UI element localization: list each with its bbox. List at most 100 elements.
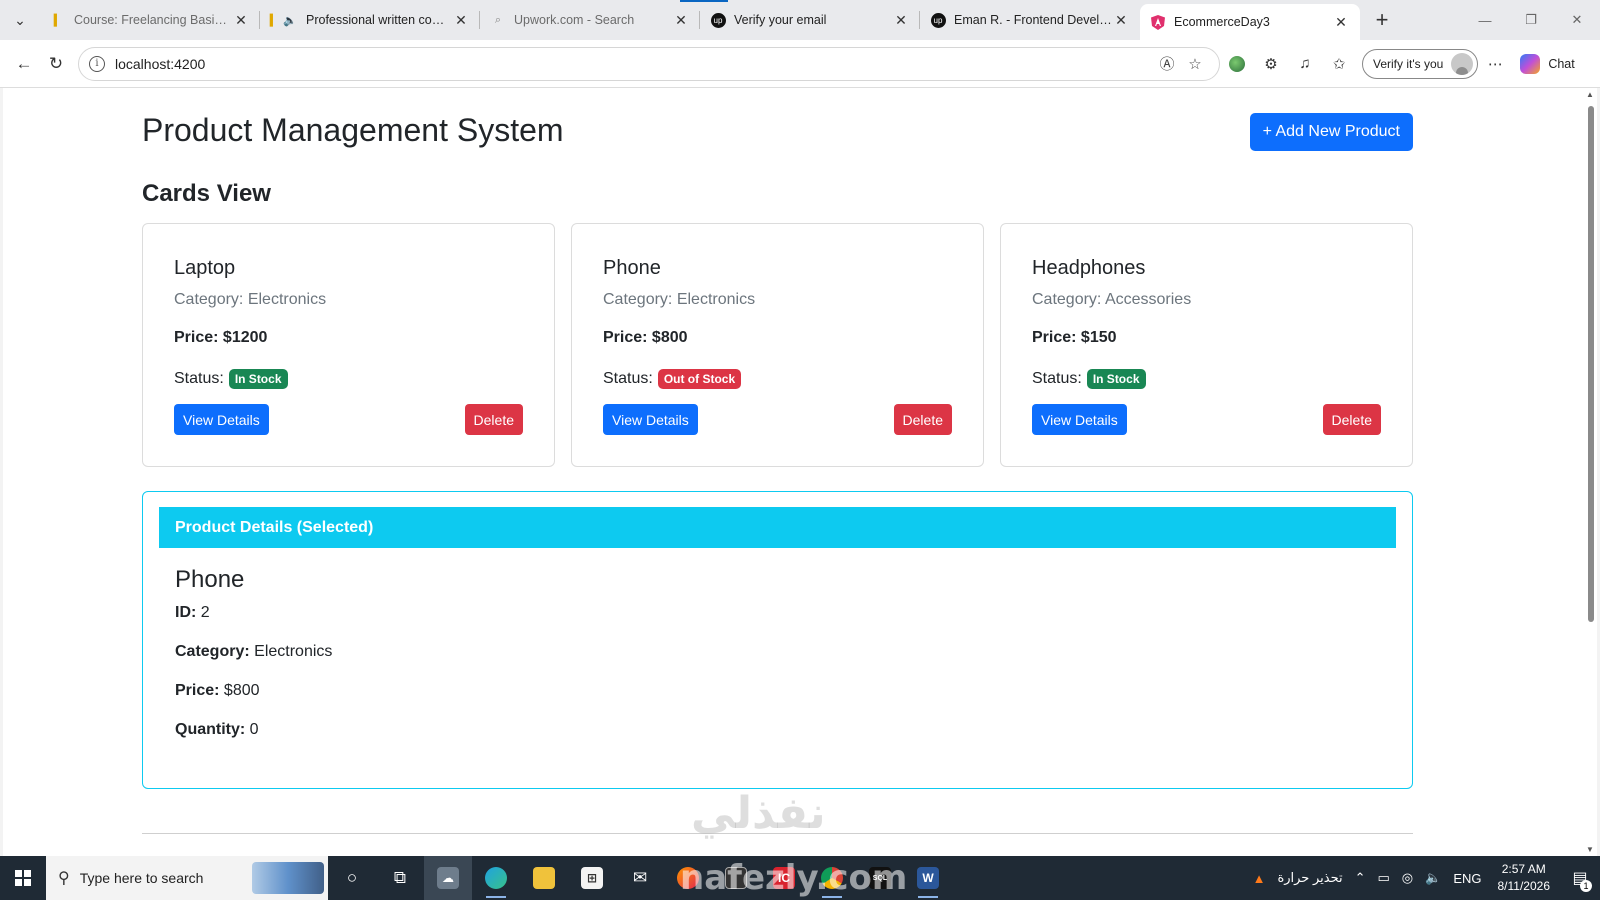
network-icon[interactable]: ◎ xyxy=(1402,870,1413,886)
product-name: Headphones xyxy=(1032,257,1146,279)
close-tab-icon[interactable]: ✕ xyxy=(452,12,470,29)
taskbar-search-placeholder: Type here to search xyxy=(79,870,204,886)
page-scrollbar[interactable]: ▲ ▼ xyxy=(1585,88,1597,856)
product-card: Laptop Category: Electronics Price: $120… xyxy=(142,223,555,467)
chat-label: Chat xyxy=(1548,56,1575,71)
close-tab-icon[interactable]: ✕ xyxy=(672,12,690,29)
browser-tab-active[interactable]: EcommerceDay3 ✕ xyxy=(1140,4,1360,40)
close-tab-icon[interactable]: ✕ xyxy=(232,12,250,29)
favorite-star-icon[interactable]: ☆ xyxy=(1181,55,1209,73)
details-header: Product Details (Selected) xyxy=(159,507,1396,548)
clock[interactable]: 2:57 AM 8/11/2026 xyxy=(1498,861,1551,895)
browser-tab[interactable]: ⌕ Upwork.com - Search ✕ xyxy=(480,0,700,40)
chevron-up-icon[interactable]: ⌃ xyxy=(1355,870,1366,886)
delete-button[interactable]: Delete xyxy=(1322,404,1381,435)
view-details-button[interactable]: View Details xyxy=(174,404,269,435)
delete-button[interactable]: Delete xyxy=(893,404,952,435)
upwork-icon: up xyxy=(710,12,726,28)
clock-time: 2:57 AM xyxy=(1501,862,1546,876)
start-button[interactable] xyxy=(0,856,46,900)
tab-actions-menu[interactable]: ⌄ xyxy=(0,0,40,40)
browser-tab[interactable]: ▍ Course: Freelancing Basics | Mai ✕ xyxy=(40,0,260,40)
site-info-icon[interactable]: i xyxy=(89,55,105,72)
browser-tab[interactable]: up Verify your email ✕ xyxy=(700,0,920,40)
windows-logo-icon xyxy=(15,870,31,886)
details-category: Category: Electronics xyxy=(175,643,333,660)
product-category: Category: Accessories xyxy=(1032,291,1192,308)
extensions-puzzle-icon[interactable]: ⚙ xyxy=(1254,48,1288,80)
status-badge: In Stock xyxy=(1086,369,1146,389)
add-new-product-button[interactable]: + Add New Product xyxy=(1249,113,1413,151)
browser-tab-strip: ⌄ ▍ Course: Freelancing Basics | Mai ✕ ▍… xyxy=(0,0,1600,40)
extension-globe-icon[interactable] xyxy=(1220,48,1254,80)
warning-icon[interactable]: ▲ xyxy=(1253,871,1266,886)
tab-loading-indicator xyxy=(680,0,728,2)
search-icon: ⚲ xyxy=(58,870,70,887)
tab-title: Eman R. - Frontend Developer | xyxy=(954,13,1112,27)
notification-center-icon[interactable]: ▤ 1 xyxy=(1560,856,1600,900)
page-viewport: Product Management System + Add New Prod… xyxy=(3,88,1597,856)
weather-text[interactable]: تحذير حرارة xyxy=(1277,870,1342,886)
scroll-up-icon[interactable]: ▲ xyxy=(1586,90,1594,99)
media-control-icon[interactable]: ♫ xyxy=(1288,48,1322,80)
product-status: Status: In Stock xyxy=(1032,369,1146,389)
read-aloud-icon[interactable]: Ⓐ xyxy=(1153,53,1181,74)
windows-taskbar: ⚲ Type here to search ○ ⧉ ☁ ⊞ ✉ IC SQL W… xyxy=(0,856,1600,900)
file-explorer-icon[interactable] xyxy=(520,856,568,900)
delete-button[interactable]: Delete xyxy=(464,404,523,435)
word-icon[interactable]: W xyxy=(904,856,952,900)
photos-app-icon[interactable]: ☁ xyxy=(424,856,472,900)
tab-title: Course: Freelancing Basics | Mai xyxy=(74,13,232,27)
close-tab-icon[interactable]: ✕ xyxy=(892,12,910,29)
task-view-icon[interactable]: ⧉ xyxy=(376,856,424,900)
product-card: Headphones Category: Accessories Price: … xyxy=(1000,223,1413,467)
close-window-icon[interactable]: ✕ xyxy=(1554,0,1600,40)
mysql-icon[interactable]: SQL xyxy=(856,856,904,900)
minimize-icon[interactable]: — xyxy=(1462,0,1508,40)
yellow-favicon-icon: ▍ xyxy=(269,14,279,27)
close-tab-icon[interactable]: ✕ xyxy=(1332,14,1350,31)
view-details-button[interactable]: View Details xyxy=(603,404,698,435)
profile-verify-button[interactable]: Verify it's you xyxy=(1362,48,1479,79)
language-indicator[interactable]: ENG xyxy=(1453,871,1481,886)
product-price: Price: $150 xyxy=(1032,329,1117,346)
favorites-icon[interactable]: ✩ xyxy=(1322,48,1356,80)
back-button[interactable]: ← xyxy=(8,48,40,80)
browser-tab[interactable]: ▍ 🔈 Professional written comm ✕ xyxy=(260,0,480,40)
details-quantity: Quantity: 0 xyxy=(175,721,259,738)
cortana-icon[interactable]: ○ xyxy=(328,856,376,900)
copilot-chat-button[interactable]: Chat xyxy=(1520,53,1575,74)
url-text[interactable]: localhost:4200 xyxy=(115,56,1153,72)
store-icon[interactable]: ⊞ xyxy=(568,856,616,900)
volume-icon[interactable]: 🔈 xyxy=(1425,870,1441,886)
close-tab-icon[interactable]: ✕ xyxy=(1112,12,1130,29)
product-price: Price: $1200 xyxy=(174,329,268,346)
browser-tab[interactable]: up Eman R. - Frontend Developer | ✕ xyxy=(920,0,1140,40)
search-highlight-image xyxy=(252,862,324,894)
firefox-icon[interactable] xyxy=(664,856,712,900)
view-details-button[interactable]: View Details xyxy=(1032,404,1127,435)
battery-icon[interactable]: ▭ xyxy=(1378,870,1390,886)
scrollbar-thumb[interactable] xyxy=(1588,106,1594,622)
product-category: Category: Electronics xyxy=(174,291,327,308)
section-title: Cards View xyxy=(142,180,271,207)
edge-icon[interactable] xyxy=(472,856,520,900)
refresh-button[interactable]: ↻ xyxy=(40,48,72,80)
address-bar[interactable]: i localhost:4200 Ⓐ ☆ xyxy=(78,46,1220,81)
tab-title: EcommerceDay3 xyxy=(1174,15,1270,29)
avatar xyxy=(1451,52,1474,75)
product-status: Status: Out of Stock xyxy=(603,369,742,389)
app-icon[interactable] xyxy=(712,856,760,900)
copilot-icon xyxy=(1520,53,1541,74)
taskbar-search[interactable]: ⚲ Type here to search xyxy=(46,856,328,900)
new-tab-button[interactable]: + xyxy=(1360,0,1404,40)
chrome-icon[interactable] xyxy=(808,856,856,900)
tool-app-icon[interactable]: IC xyxy=(760,856,808,900)
speaker-icon[interactable]: 🔈 xyxy=(282,12,298,28)
product-price: Price: $800 xyxy=(603,329,688,346)
details-price: Price: $800 xyxy=(175,682,260,699)
restore-icon[interactable]: ❐ xyxy=(1508,0,1554,40)
scroll-down-icon[interactable]: ▼ xyxy=(1586,845,1594,854)
mail-icon[interactable]: ✉ xyxy=(616,856,664,900)
more-options-icon[interactable]: ⋯ xyxy=(1478,48,1512,80)
